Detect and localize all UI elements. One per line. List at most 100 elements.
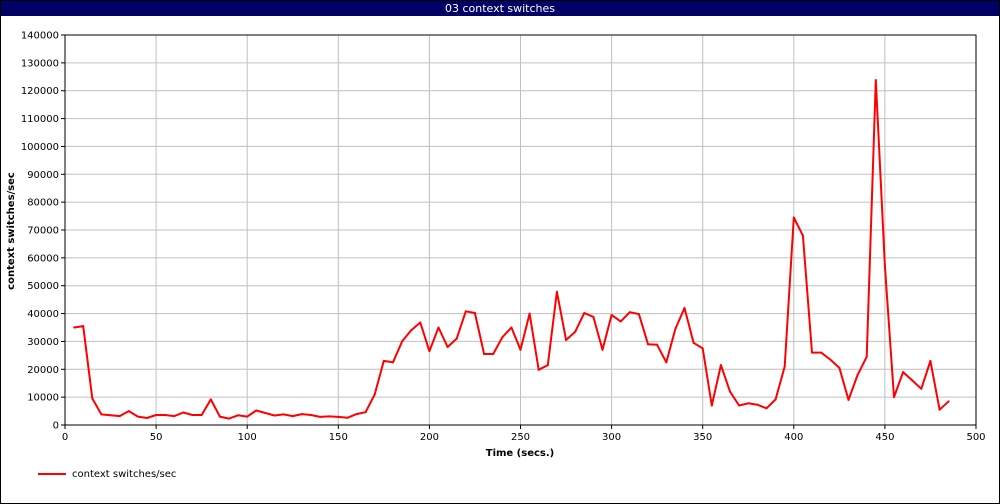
y-tick-label: 110000 (21, 114, 59, 125)
data-point (401, 340, 404, 343)
y-tick-label: 120000 (21, 86, 59, 97)
data-point (291, 415, 294, 418)
y-tick-label: 40000 (27, 309, 59, 320)
legend: context switches/sec (38, 469, 176, 480)
y-tick-label: 30000 (27, 337, 59, 348)
data-point (410, 329, 413, 332)
data-point (774, 398, 777, 401)
data-point (446, 346, 449, 348)
data-point (364, 411, 367, 414)
data-point (765, 407, 768, 410)
y-tick-label: 20000 (27, 365, 59, 376)
data-point (628, 311, 631, 314)
data-point (382, 359, 385, 362)
data-point (592, 315, 595, 318)
y-tick-label: 0 (53, 421, 59, 432)
y-axis-ticks: 0 10000 20000 30000 40000 50000 60000 70000 8000… (21, 31, 65, 432)
data-point (264, 412, 267, 415)
y-tick-label: 70000 (27, 226, 59, 237)
data-point (164, 413, 167, 416)
y-tick-label: 130000 (21, 58, 59, 69)
data-point (647, 343, 650, 346)
data-point (719, 364, 722, 367)
data-point (637, 313, 640, 316)
data-point (182, 411, 185, 414)
x-tick-label: 400 (784, 432, 803, 443)
data-point (218, 415, 221, 418)
data-point (191, 413, 194, 416)
legend-label: context switches/sec (72, 469, 176, 480)
data-point (574, 330, 577, 333)
data-point (729, 390, 732, 393)
data-point (492, 352, 495, 355)
y-tick-label: 100000 (21, 142, 59, 153)
data-point (811, 351, 814, 354)
y-tick-label: 80000 (27, 198, 59, 209)
data-point (309, 413, 312, 416)
data-point (419, 321, 422, 324)
data-point (610, 313, 613, 316)
data-point (200, 413, 203, 416)
data-point (537, 368, 540, 371)
x-tick-label: 50 (150, 432, 163, 443)
data-point (583, 312, 586, 315)
data-point (255, 409, 258, 412)
data-point (519, 348, 522, 351)
data-point (528, 312, 531, 315)
x-tick-label: 450 (875, 432, 894, 443)
data-point (273, 414, 276, 417)
data-point (738, 404, 741, 407)
x-tick-label: 300 (602, 432, 621, 443)
data-point (820, 351, 823, 354)
data-point (337, 415, 340, 418)
data-point (246, 415, 249, 418)
x-tick-label: 250 (511, 432, 530, 443)
x-tick-label: 200 (420, 432, 439, 443)
data-point (373, 393, 376, 396)
data-point (391, 361, 394, 364)
data-point (282, 413, 285, 416)
data-point (893, 396, 896, 399)
y-tick-label: 90000 (27, 170, 59, 181)
data-point (902, 371, 905, 374)
x-axis-ticks: 0 50 100 150 200 250 300 350 400 450 500 (62, 425, 986, 443)
data-point (865, 355, 868, 358)
data-point (619, 320, 622, 323)
y-tick-label: 50000 (27, 281, 59, 292)
line-chart: 0 10000 20000 30000 40000 50000 60000 70000 8000… (6, 31, 986, 481)
data-point (710, 404, 713, 407)
data-point (100, 413, 103, 416)
data-point (136, 415, 139, 418)
data-point (683, 307, 686, 309)
data-point (437, 326, 440, 329)
data-point (920, 387, 923, 390)
data-point (792, 216, 795, 219)
x-axis-title: Time (secs.) (486, 448, 555, 459)
data-point (127, 410, 130, 413)
data-point (300, 413, 303, 416)
data-point (355, 413, 358, 416)
data-point (483, 352, 486, 355)
data-point (801, 234, 804, 237)
data-point (829, 358, 832, 361)
data-point (656, 343, 659, 346)
data-point (328, 415, 331, 418)
data-point (565, 339, 568, 342)
series-points (73, 79, 950, 420)
data-point (911, 379, 914, 382)
data-point (929, 359, 932, 362)
data-point (237, 414, 240, 417)
data-point (747, 402, 750, 405)
data-point (701, 347, 704, 350)
x-tick-label: 0 (62, 432, 68, 443)
data-point (82, 325, 85, 328)
data-point (601, 348, 604, 351)
data-point (674, 327, 677, 330)
x-tick-label: 100 (238, 432, 257, 443)
y-axis-title: context switches/sec (6, 172, 17, 290)
data-point (91, 397, 94, 400)
x-tick-label: 150 (329, 432, 348, 443)
series-line-context-switches (73, 79, 950, 420)
data-point (847, 398, 850, 401)
y-tick-label: 140000 (21, 31, 59, 42)
